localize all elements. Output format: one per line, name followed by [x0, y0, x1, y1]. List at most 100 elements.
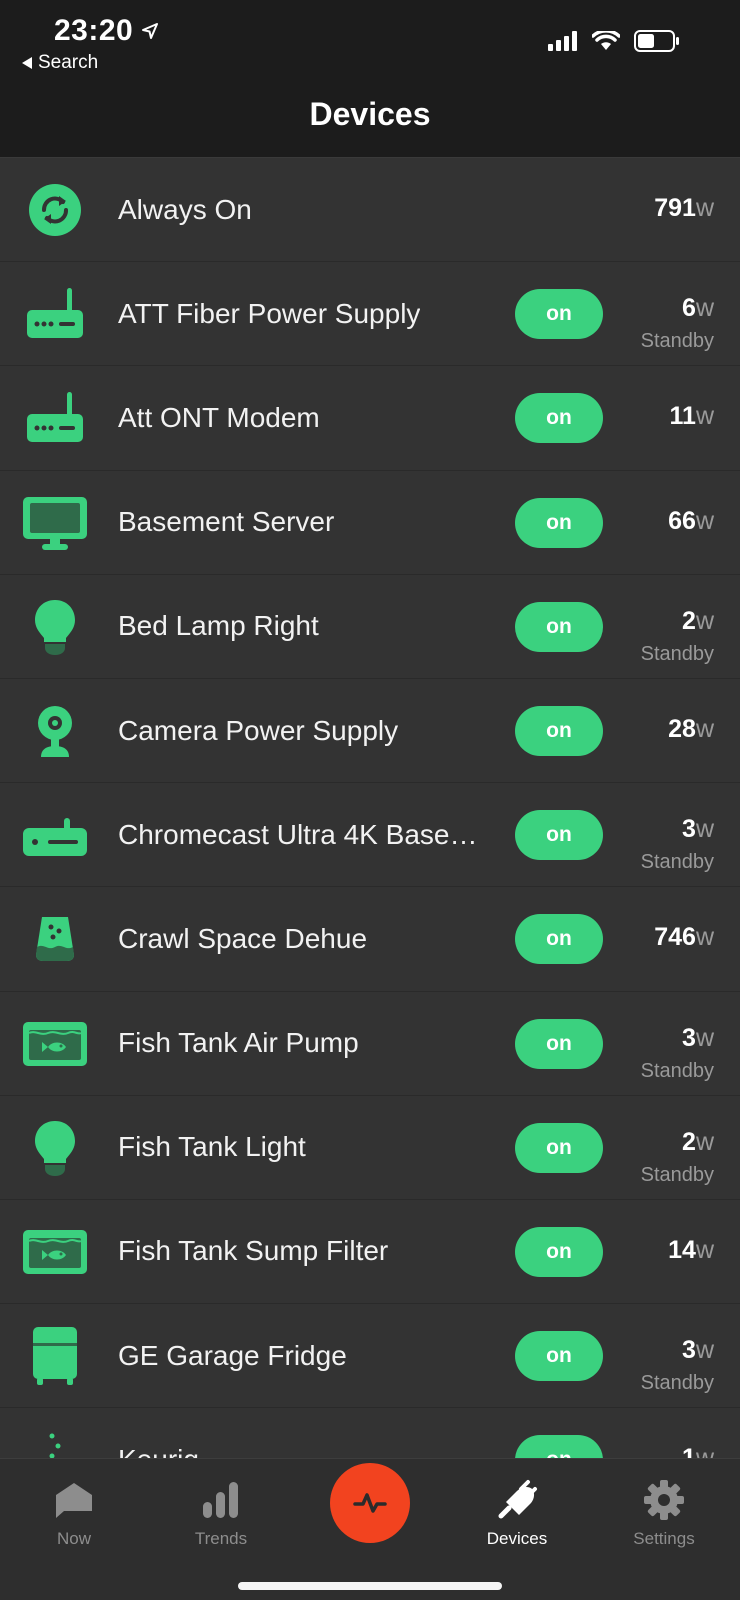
navigation-bar: Devices	[0, 80, 740, 158]
power-unit: w	[695, 506, 714, 535]
lightbulb-icon	[22, 595, 88, 659]
power-toggle[interactable]: on	[515, 1226, 603, 1277]
power-toggle[interactable]: on	[515, 810, 603, 861]
device-row-always-on[interactable]: Always On 791 w	[0, 158, 740, 263]
power-value: 2	[682, 606, 696, 635]
tab-devices[interactable]: Devices	[462, 1477, 572, 1549]
plug-icon	[462, 1477, 572, 1523]
fish-tank-icon	[22, 1220, 88, 1284]
back-triangle-icon	[22, 57, 32, 69]
location-arrow-icon	[142, 23, 159, 39]
device-row[interactable]: Att ONT Modem on 11 w	[0, 366, 740, 471]
power-unit: w	[695, 923, 714, 952]
coffee-maker-icon	[22, 1428, 88, 1458]
back-to-search[interactable]: Search	[22, 52, 98, 74]
device-row[interactable]: Chromecast Ultra 4K Base… on 3w Standby	[0, 783, 740, 888]
power-value: 66	[668, 506, 696, 535]
home-indicator[interactable]	[238, 1582, 502, 1590]
standby-label: Standby	[640, 1059, 714, 1082]
power-toggle[interactable]: on	[515, 705, 603, 756]
power-toggle[interactable]: on	[515, 1122, 603, 1173]
power-unit: w	[695, 1023, 714, 1052]
device-name: Bed Lamp Right	[118, 610, 319, 642]
power-toggle[interactable]: on	[515, 601, 603, 652]
power-value: 2	[682, 1127, 696, 1156]
power-reading: 3w	[682, 1336, 714, 1365]
power-toggle[interactable]: on	[515, 1331, 603, 1382]
device-name: Keurig	[118, 1408, 199, 1458]
power-toggle[interactable]: on	[515, 289, 603, 340]
device-row[interactable]: Fish Tank Light on 2w Standby	[0, 1095, 740, 1200]
power-value: 28	[668, 714, 696, 743]
power-toggle[interactable]: on	[515, 497, 603, 548]
standby-label: Standby	[640, 1372, 714, 1395]
power-unit: w	[696, 1444, 714, 1458]
cellular-signal-icon	[548, 31, 577, 51]
power-reading: 1w	[682, 1444, 714, 1458]
power-toggle[interactable]: on	[515, 1018, 603, 1069]
power-value: 1	[682, 1444, 696, 1458]
device-row[interactable]: GE Garage Fridge on 3w Standby	[0, 1304, 740, 1409]
monitor-icon	[22, 491, 88, 555]
battery-icon	[634, 30, 679, 52]
tab-label: Trends	[194, 1529, 248, 1548]
device-name: GE Garage Fridge	[118, 1339, 347, 1371]
device-name: Att ONT Modem	[118, 401, 320, 433]
pulse-button[interactable]	[330, 1463, 410, 1543]
status-bar: 23:20 Search	[0, 0, 740, 80]
power-reading: 3w	[682, 1024, 714, 1053]
tab-now[interactable]: Now	[19, 1477, 129, 1549]
device-name: ATT Fiber Power Supply	[118, 297, 421, 329]
device-row[interactable]: Basement Server on 66 w	[0, 470, 740, 575]
power-unit: w	[695, 294, 714, 323]
power-value: 6	[682, 294, 696, 323]
power-reading: 11 w	[670, 402, 715, 431]
device-row[interactable]: Crawl Space Dehue on 746 w	[0, 887, 740, 992]
device-name: Fish Tank Air Pump	[118, 1027, 359, 1059]
tab-settings[interactable]: Settings	[609, 1477, 719, 1549]
pulse-icon	[353, 1493, 387, 1513]
webcam-icon	[22, 699, 88, 763]
tab-bar: Now Trends Devices Settings	[0, 1458, 740, 1600]
power-toggle[interactable]: on	[515, 393, 603, 444]
power-unit: w	[695, 714, 714, 743]
power-unit: w	[695, 1127, 714, 1156]
page-title: Devices	[309, 96, 431, 132]
chat-bubble-icon	[19, 1477, 129, 1523]
wifi-icon	[592, 31, 620, 50]
power-unit: w	[695, 1336, 714, 1365]
power-reading: 6w	[682, 294, 714, 323]
power-value: 3	[682, 1023, 696, 1052]
tab-trends[interactable]: Trends	[166, 1477, 276, 1549]
device-name: Basement Server	[118, 506, 335, 538]
power-value: 791	[654, 194, 696, 222]
fridge-icon	[22, 1324, 88, 1388]
time-text: 23:20	[54, 14, 134, 47]
back-label: Search	[38, 52, 99, 73]
lightbulb-icon	[22, 1116, 88, 1180]
power-toggle[interactable]: on	[515, 914, 603, 965]
device-name: Crawl Space Dehue	[118, 922, 368, 954]
device-row[interactable]: Bed Lamp Right on 2w Standby	[0, 574, 740, 679]
power-value: 11	[669, 402, 696, 431]
device-row[interactable]: Fish Tank Sump Filter on 14 w	[0, 1199, 740, 1305]
power-reading: 2w	[682, 1128, 714, 1157]
power-reading: 66 w	[668, 507, 714, 536]
device-name: Chromecast Ultra 4K Base…	[118, 818, 478, 850]
device-row[interactable]: Fish Tank Air Pump on 3w Standby	[0, 991, 740, 1096]
standby-label: Standby	[640, 642, 714, 665]
power-toggle[interactable]: on	[515, 1435, 603, 1458]
device-row[interactable]: Camera Power Supply on 28 w	[0, 678, 740, 784]
power-reading: 2w	[682, 607, 714, 636]
tab-label: Now	[56, 1529, 91, 1548]
power-unit: w	[695, 1235, 714, 1264]
device-row[interactable]: ATT Fiber Power Supply on 6w Standby	[0, 262, 740, 367]
device-list[interactable]: Always On 791 w ATT Fiber Power Supply on…	[0, 158, 740, 1458]
router-icon	[22, 386, 88, 450]
bar-chart-icon	[166, 1477, 276, 1523]
device-name: Fish Tank Sump Filter	[118, 1235, 389, 1267]
device-row[interactable]: Keurig on 1w	[0, 1408, 740, 1458]
standby-label: Standby	[640, 851, 714, 874]
device-name: Fish Tank Light	[118, 1131, 306, 1163]
always-on-icon	[22, 178, 88, 242]
